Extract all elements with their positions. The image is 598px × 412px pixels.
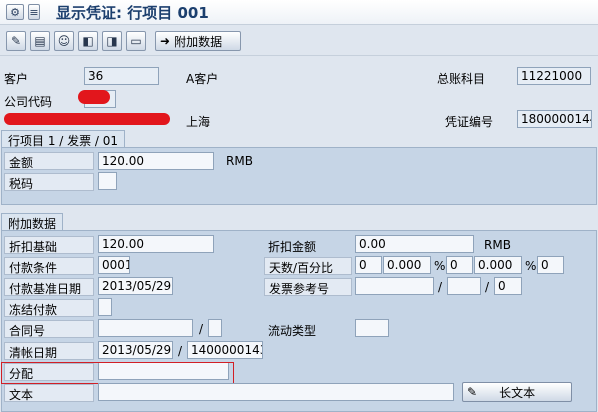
- days-percent-label: 天数/百分比: [264, 257, 352, 275]
- currency-text: RMB: [226, 154, 253, 168]
- days1-field[interactable]: 0: [355, 256, 382, 274]
- amount-label: 金额: [4, 152, 94, 170]
- discount-amount-field[interactable]: 0.00: [355, 235, 474, 253]
- pct-sign: %: [525, 259, 537, 273]
- assignment-highlight: [1, 362, 234, 384]
- payment-terms-label: 付款条件: [4, 257, 94, 275]
- invoice-ref-year-field[interactable]: [447, 277, 481, 295]
- slash-text: /: [485, 280, 490, 294]
- prev-icon[interactable]: ◧: [78, 31, 98, 51]
- invoice-ref-field[interactable]: [355, 277, 434, 295]
- discount-base-label: 折扣基础: [4, 236, 94, 254]
- baseline-date-field[interactable]: 2013/05/29: [98, 277, 173, 295]
- discount-amount-label: 折扣金额: [268, 240, 317, 254]
- settings-icon[interactable]: ✎: [6, 31, 26, 51]
- redaction-mark: [4, 113, 170, 125]
- tax-code-field[interactable]: [98, 172, 117, 190]
- contract-field[interactable]: [98, 319, 193, 337]
- doc-number-label: 凭证编号: [445, 115, 494, 129]
- person-icon[interactable]: ☺: [54, 31, 74, 51]
- slash-text: /: [199, 322, 204, 336]
- customer-field[interactable]: 36: [84, 67, 159, 85]
- long-text-icon: ✎: [467, 385, 478, 399]
- invoice-ref-label: 发票参考号: [264, 278, 352, 296]
- menu-icon[interactable]: ≡: [28, 4, 40, 20]
- redaction-mark: [78, 90, 110, 104]
- customer-label: 客户: [4, 72, 29, 86]
- amount-field[interactable]: 120.00: [98, 152, 214, 170]
- sap-logo-icon[interactable]: ⚙: [6, 4, 24, 20]
- city-text: 上海: [186, 115, 211, 129]
- slash-text: /: [438, 280, 443, 294]
- pct1-field[interactable]: 0.000: [383, 256, 431, 274]
- gl-account-field[interactable]: 11221000: [517, 67, 591, 85]
- window-title: 显示凭证: 行项目 001: [56, 4, 209, 22]
- clearing-doc-field[interactable]: 1400000143: [187, 341, 263, 359]
- arrow-right-icon: ➜: [160, 34, 171, 48]
- next-icon[interactable]: ◨: [102, 31, 122, 51]
- contract-label: 合同号: [4, 320, 94, 338]
- payment-block-label: 冻结付款: [4, 299, 94, 317]
- pct-sign: %: [434, 259, 446, 273]
- print-icon[interactable]: ▭: [126, 31, 146, 51]
- customer-name: A客户: [186, 72, 219, 86]
- line-item-tab: 行项目 1 / 发票 / 01: [1, 130, 126, 148]
- text-field[interactable]: [98, 383, 454, 401]
- document-icon[interactable]: ▤: [30, 31, 50, 51]
- invoice-ref-item-field[interactable]: 0: [494, 277, 522, 295]
- discount-base-field[interactable]: 120.00: [98, 235, 214, 253]
- title-bar: ⚙ ≡ 显示凭证: 行项目 001: [0, 0, 598, 25]
- discount-currency-text: RMB: [484, 238, 511, 252]
- slash-text: /: [178, 344, 183, 358]
- text-label: 文本: [4, 384, 94, 402]
- clearing-date-label: 清帐日期: [4, 342, 94, 360]
- flow-type-label: 流动类型: [268, 324, 317, 338]
- days2-field[interactable]: 0: [446, 256, 473, 274]
- long-text-button[interactable]: ✎ 长文本: [462, 382, 572, 402]
- application-toolbar: ✎ ▤ ☺ ◧ ◨ ▭ ➜ 附加数据: [0, 28, 598, 56]
- pct2-field[interactable]: 0.000: [474, 256, 522, 274]
- company-code-label: 公司代码: [4, 95, 53, 109]
- additional-data-tab: 附加数据: [1, 213, 64, 231]
- tax-code-label: 税码: [4, 173, 94, 191]
- contract-item-field[interactable]: [208, 319, 222, 337]
- flow-type-field[interactable]: [355, 319, 389, 337]
- additional-data-button[interactable]: ➜ 附加数据: [155, 31, 241, 51]
- days3-field[interactable]: 0: [537, 256, 564, 274]
- baseline-date-label: 付款基准日期: [4, 278, 94, 296]
- payment-block-field[interactable]: [98, 298, 112, 316]
- gl-account-label: 总账科目: [437, 72, 486, 86]
- payment-terms-field[interactable]: 0001: [98, 256, 130, 274]
- clearing-date-field[interactable]: 2013/05/29: [98, 341, 173, 359]
- doc-number-field[interactable]: 1800000144: [517, 110, 592, 128]
